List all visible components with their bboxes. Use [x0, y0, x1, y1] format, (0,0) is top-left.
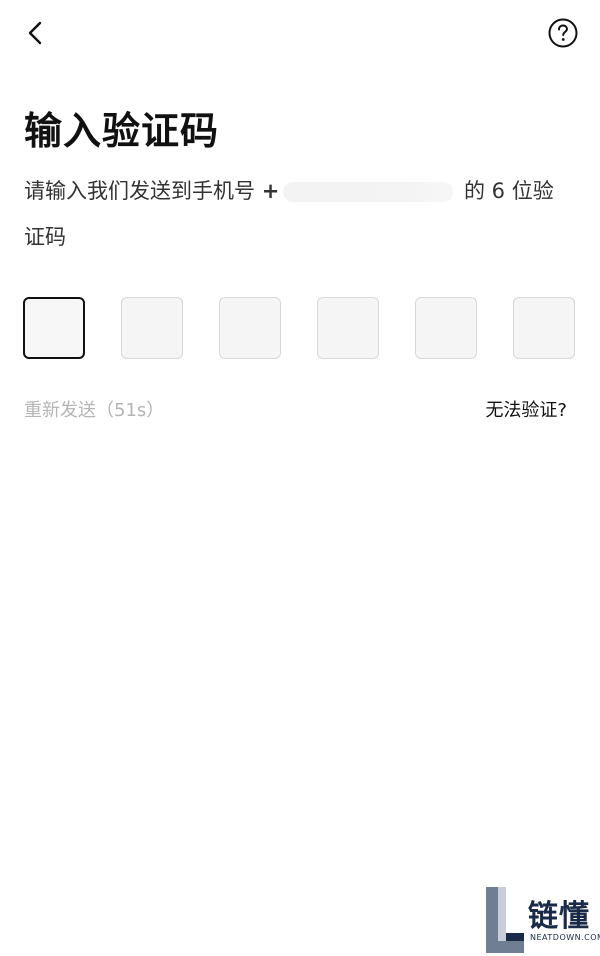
watermark-text: 链懂 [528, 899, 590, 934]
top-bar [0, 0, 600, 66]
chevron-left-icon [28, 21, 42, 45]
code-digit-4[interactable] [317, 297, 379, 359]
phone-number: + [262, 179, 458, 203]
code-digit-3[interactable] [219, 297, 281, 359]
code-digit-6[interactable] [513, 297, 575, 359]
question-circle-icon [548, 18, 578, 48]
help-button[interactable] [547, 17, 579, 49]
watermark-logo [486, 887, 524, 953]
phone-number-visible: + [261, 179, 280, 203]
code-digit-1[interactable] [23, 297, 85, 359]
watermark-subtext: NEATDOWN.COM [530, 933, 600, 942]
verification-code-input[interactable] [23, 297, 579, 363]
code-digit-2[interactable] [121, 297, 183, 359]
code-digit-5[interactable] [415, 297, 477, 359]
resend-countdown: 重新发送（51s） [24, 400, 165, 421]
phone-number-blur [283, 182, 454, 202]
page-title: 输入验证码 [24, 109, 220, 153]
back-button[interactable] [22, 18, 50, 48]
cant-verify-link[interactable]: 无法验证? [485, 396, 567, 422]
description: 请输入我们发送到手机号 + 的 6 位验证码 [24, 168, 574, 260]
description-prefix: 请输入我们发送到手机号 [24, 179, 255, 203]
watermark: 链懂 NEATDOWN.COM [486, 887, 600, 953]
